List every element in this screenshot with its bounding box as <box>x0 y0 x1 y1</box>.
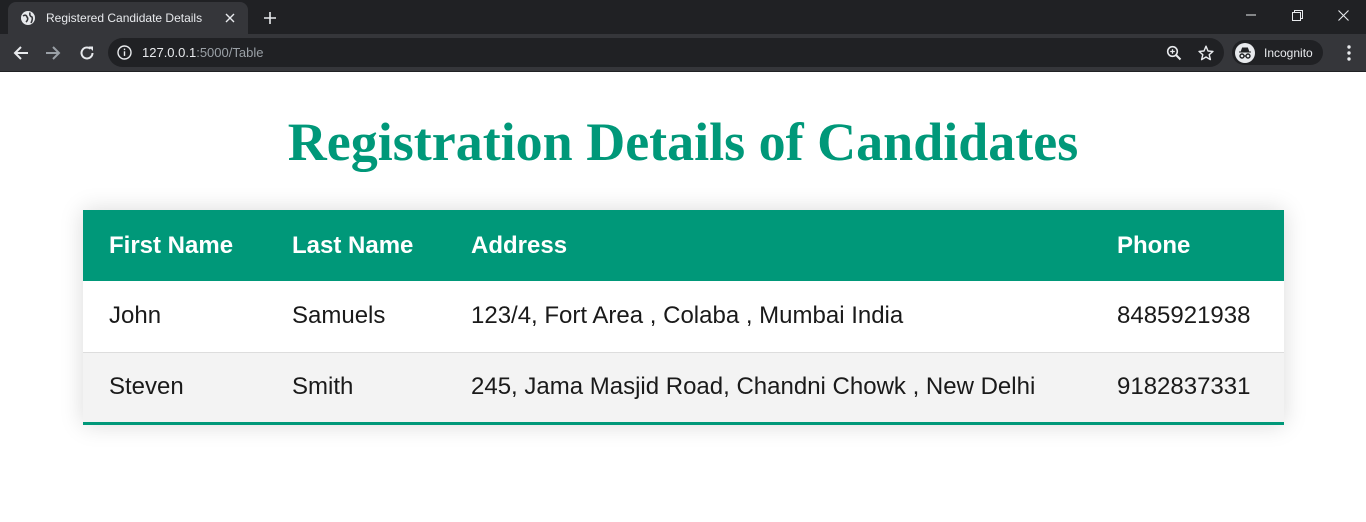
back-arrow-icon[interactable] <box>8 40 34 66</box>
candidates-table-container: First Name Last Name Address Phone John … <box>83 210 1284 425</box>
globe-icon <box>20 10 36 26</box>
table-header-row: First Name Last Name Address Phone <box>83 210 1284 281</box>
cell-phone: 8485921938 <box>1117 302 1251 330</box>
close-tab-icon[interactable] <box>220 8 240 28</box>
close-window-icon[interactable] <box>1320 0 1366 30</box>
header-address: Address <box>471 231 568 259</box>
reload-icon[interactable] <box>74 40 100 66</box>
candidates-table: First Name Last Name Address Phone John … <box>83 210 1284 425</box>
header-first-name: First Name <box>109 231 234 259</box>
address-bar[interactable]: 127.0.0.1:5000/Table <box>108 38 1224 67</box>
url-host: 127.0.0.1 <box>142 45 197 60</box>
incognito-indicator[interactable]: Incognito <box>1232 40 1323 65</box>
url-path: :5000/Table <box>196 45 264 60</box>
cell-first-name: Steven <box>109 373 184 400</box>
cell-address: 245, Jama Masjid Road, Chandni Chowk , N… <box>471 373 1036 400</box>
minimize-icon[interactable] <box>1228 0 1274 30</box>
browser-tab[interactable]: Registered Candidate Details <box>8 2 248 34</box>
menu-dots-icon[interactable] <box>1338 42 1360 64</box>
cell-address: 123/4, Fort Area , Colaba , Mumbai India <box>471 302 904 330</box>
star-icon[interactable] <box>1196 43 1216 63</box>
cell-first-name: John <box>109 302 162 330</box>
incognito-label: Incognito <box>1264 45 1313 60</box>
header-phone: Phone <box>1117 231 1191 259</box>
zoom-icon[interactable] <box>1164 43 1184 63</box>
restore-icon[interactable] <box>1274 0 1320 30</box>
incognito-icon <box>1235 42 1255 63</box>
url-text: 127.0.0.1:5000/Table <box>142 45 263 60</box>
cell-last-name: Smith <box>292 373 354 400</box>
new-tab-icon[interactable] <box>258 6 282 30</box>
table-row: John Samuels 123/4, Fort Area , Colaba ,… <box>83 281 1284 352</box>
browser-toolbar: 127.0.0.1:5000/Table <box>0 34 1366 72</box>
forward-arrow-icon[interactable] <box>40 40 66 66</box>
table-row: Steven Smith 245, Jama Masjid Road, Chan… <box>83 352 1284 423</box>
tab-strip: Registered Candidate Details <box>0 0 1366 34</box>
cell-last-name: Samuels <box>292 302 386 330</box>
tab-title: Registered Candidate Details <box>46 11 203 25</box>
info-icon[interactable] <box>117 45 132 60</box>
cell-phone: 9182837331 <box>1117 373 1251 400</box>
page-title: Registration Details of Candidates <box>287 112 1079 172</box>
header-last-name: Last Name <box>292 231 414 259</box>
